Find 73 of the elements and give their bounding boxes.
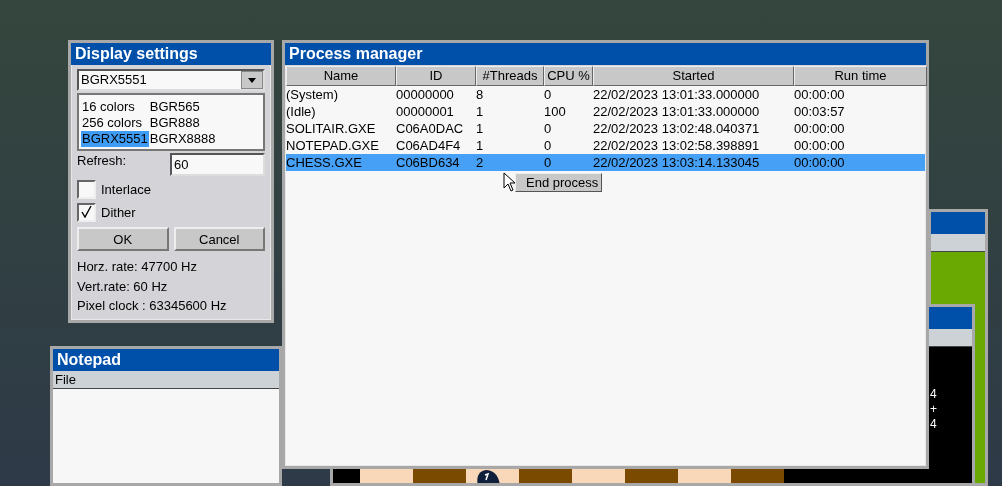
column-header[interactable]: #Threads	[476, 66, 544, 86]
checkbox-label: Dither	[101, 205, 136, 220]
cursor-icon	[503, 172, 516, 192]
table-cell: C06A0DAC	[396, 121, 464, 136]
info-text: Pixel clock : 63345600 Hz	[77, 297, 228, 315]
dialog-button[interactable]: Cancel	[173, 227, 265, 251]
table-cell: 00:00:00	[794, 138, 845, 153]
table-row[interactable]: (System) 00000000 8 0 22/02/2023 13:01:33.000000 00:00:00	[286, 86, 925, 103]
list-item[interactable]: BGRX5551	[81, 131, 149, 147]
table-cell: 00:00:00	[794, 121, 845, 136]
table-cell: C06AD4F4	[396, 138, 461, 153]
table-cell: NOTEPAD.GXE	[286, 138, 379, 153]
table-cell: 8	[476, 87, 484, 102]
column-header[interactable]: Run time	[794, 66, 927, 86]
caret-icon	[248, 77, 256, 83]
table-cell: 00:03:57	[794, 104, 845, 119]
move-text: 4	[930, 387, 937, 402]
table-cell: C06BD634	[396, 155, 460, 170]
table-cell: 22/02/2023 13:03:14.133045	[593, 155, 760, 170]
table-cell: 00000001	[396, 104, 454, 119]
check-icon	[80, 205, 93, 218]
dialog-button[interactable]: OK	[77, 227, 169, 251]
table-cell: (Idle)	[286, 104, 316, 119]
menu-item[interactable]: End process	[526, 174, 599, 191]
window-title: Display settings	[71, 43, 271, 65]
table-cell: 2	[476, 155, 484, 170]
info-text: Horz. rate: 47700 Hz	[77, 258, 198, 276]
table-cell: 22/02/2023 13:02:48.040371	[593, 121, 760, 136]
table-cell: CHESS.GXE	[286, 155, 362, 170]
column-header[interactable]: Started	[593, 66, 794, 86]
checkbox[interactable]	[77, 203, 96, 222]
list-item[interactable]: BGR565	[148, 99, 261, 115]
window-title-bar	[931, 212, 985, 234]
column-header[interactable]: ID	[396, 66, 476, 86]
checkbox-label: Interlace	[101, 182, 151, 197]
table-cell: 00:00:00	[794, 155, 845, 170]
table-cell: 00000000	[396, 87, 454, 102]
menu-item[interactable]: File	[55, 371, 76, 388]
table-cell: 0	[544, 121, 552, 136]
window-title: Process manager	[285, 43, 926, 65]
table-cell: 0	[544, 138, 552, 153]
table-cell: (System)	[286, 87, 338, 102]
list-item[interactable]: 16 colors	[81, 99, 149, 115]
table-row[interactable]: (Idle) 00000001 1 100 22/02/2023 13:01:33.000000 00:03:57	[286, 103, 925, 120]
list-item[interactable]: BGR888	[148, 115, 261, 131]
format-dropdown[interactable]: BGRX5551	[77, 69, 265, 91]
dropdown-button[interactable]	[241, 71, 263, 89]
table-row[interactable]: SOLITAIR.GXE C06A0DAC 1 0 22/02/2023 13:02:48.040371 00:00:00	[286, 120, 925, 137]
table-cell: 22/02/2023 13:02:58.398891	[593, 138, 760, 153]
column-header[interactable]: Name	[286, 66, 396, 86]
table-row[interactable]: CHESS.GXE C06BD634 2 0 22/02/2023 13:03:14.133045 00:00:00	[286, 154, 925, 171]
refresh-field[interactable]: 60	[170, 153, 265, 176]
refresh-label: Refresh:	[77, 153, 127, 170]
table-cell: 0	[544, 87, 552, 102]
table-cell: 1	[476, 138, 484, 153]
menu-bar	[931, 234, 985, 252]
table-cell: 00:00:00	[794, 87, 845, 102]
table-cell: 100	[544, 104, 566, 119]
table-cell: 22/02/2023 13:01:33.000000	[593, 104, 760, 119]
table-row[interactable]: NOTEPAD.GXE C06AD4F4 1 0 22/02/2023 13:02:58.398891 00:00:00	[286, 137, 925, 154]
table-cell: 1	[476, 104, 484, 119]
table-cell: 22/02/2023 13:01:33.000000	[593, 87, 760, 102]
table-cell: 0	[544, 155, 552, 170]
move-text: 4	[930, 417, 937, 432]
info-text: Vert.rate: 60 Hz	[77, 277, 169, 296]
list-item[interactable]: BGRX8888	[148, 131, 261, 147]
table-cell: SOLITAIR.GXE	[286, 121, 376, 136]
table-cell: 1	[476, 121, 484, 136]
window-title: Notepad	[53, 349, 279, 371]
list-item[interactable]: 256 colors	[81, 115, 149, 131]
move-text: +	[930, 402, 937, 417]
column-header[interactable]: CPU %	[544, 66, 593, 86]
checkbox[interactable]	[77, 180, 96, 199]
